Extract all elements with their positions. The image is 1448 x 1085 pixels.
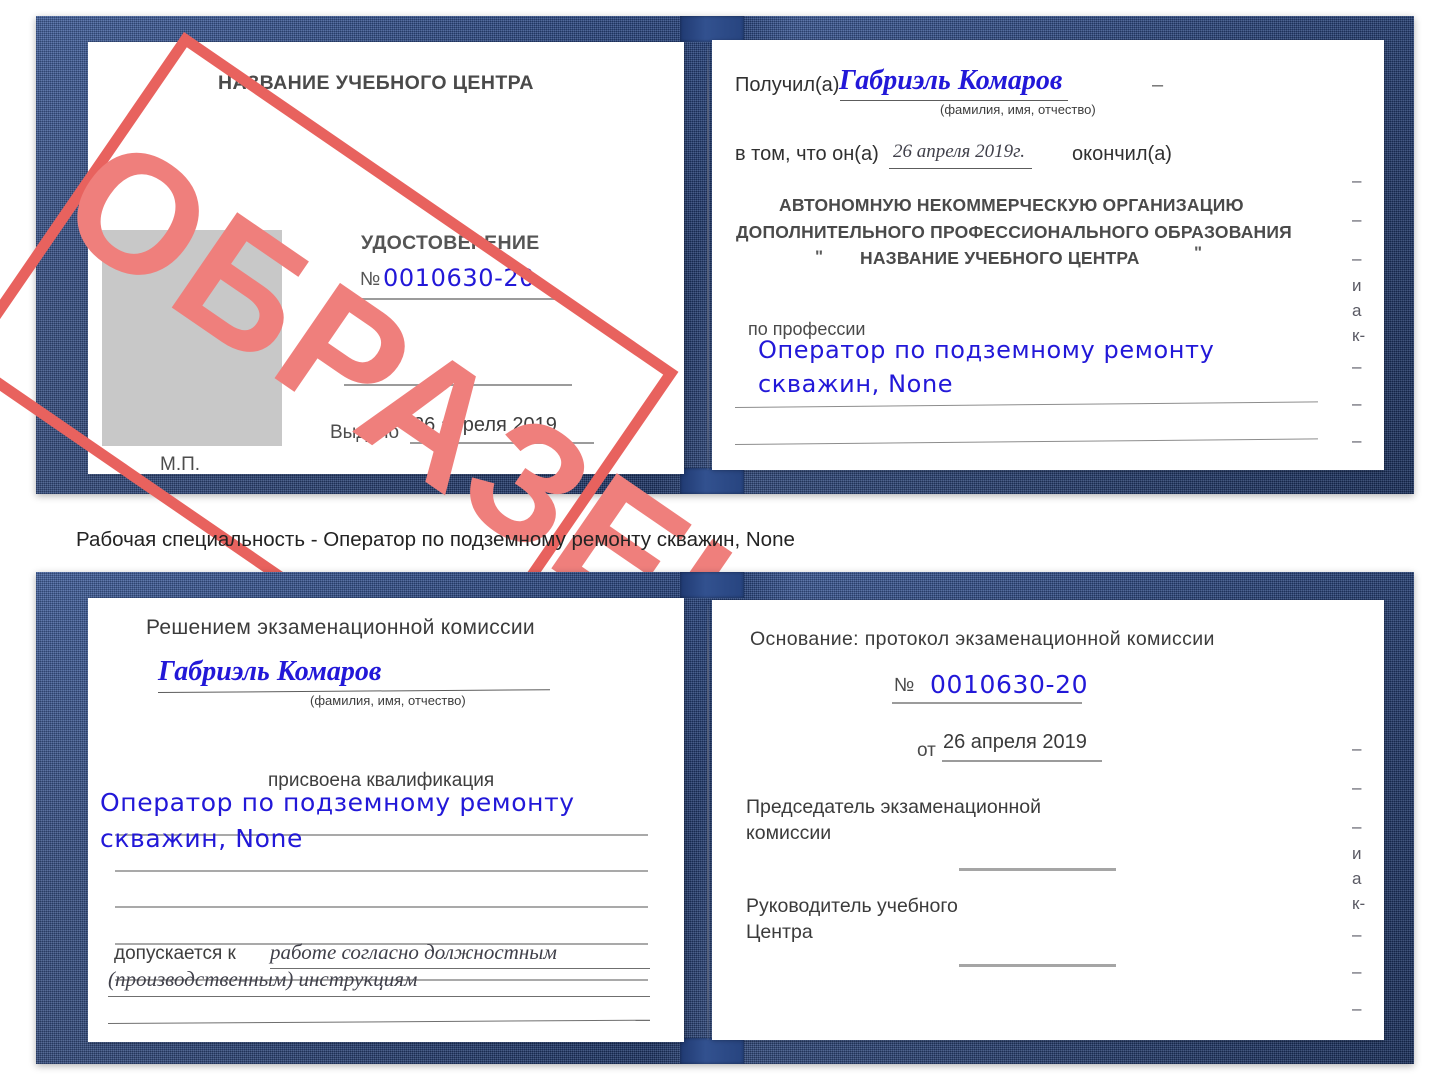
issued-date-value: 26 апреля 2019 (413, 414, 557, 436)
director-label-line-1: Руководитель учебного (746, 895, 958, 917)
graduated-label: окончил(а) (1072, 143, 1172, 165)
profession-rule-1 (735, 401, 1318, 408)
from-label: от (917, 740, 936, 761)
admitted-rule-2 (108, 996, 650, 997)
spine-line-bottom (707, 604, 709, 1040)
spine-tab-top-upper (680, 16, 744, 42)
issued-label: Выдано (330, 422, 400, 443)
admitted-label: допускается к (114, 943, 236, 964)
margin-mark: – (1352, 431, 1362, 450)
margin-marks-bottom: – – – и а к- – – – (1352, 740, 1365, 1017)
page-top-right: Получил(а) Габриэль Комаров (фамилия, им… (712, 40, 1384, 470)
margin-mark: – (1352, 249, 1362, 268)
margin-mark: к- (1352, 894, 1366, 913)
page-bottom-right: Основание: протокол экзаменационной коми… (712, 600, 1384, 1040)
blank-rule-1 (344, 384, 572, 386)
chairman-label-line-1: Председатель экзаменационной (746, 796, 1042, 818)
org-line-1: АВТОНОМНУЮ НЕКОММЕРЧЕСКУЮ ОРГАНИЗАЦИЮ (779, 195, 1244, 215)
qualification-value-line-2: скважин, None (100, 824, 303, 853)
page-bottom-left: Решением экзаменационной комиссии Габриэ… (88, 598, 684, 1042)
protocol-number-value: 0010630-20 (930, 670, 1089, 699)
margin-mark: – (1352, 739, 1362, 758)
qualified-name-value: Габриэль Комаров (158, 656, 382, 687)
margin-mark: – (1352, 394, 1362, 413)
qualification-rule-3 (115, 906, 648, 908)
completion-date-rule (889, 168, 1032, 169)
margin-mark: а (1352, 869, 1362, 888)
qualification-value-line-1: Оператор по подземному ремонту (100, 788, 575, 817)
profession-rule-2 (735, 438, 1318, 445)
margin-mark: – (1352, 962, 1362, 981)
qualification-rule-2 (115, 870, 648, 872)
admitted-value-line-2: (производственным) инструкциям (108, 967, 418, 991)
margin-mark: – (1352, 778, 1362, 797)
admitted-value-line-1: работе согласно должностным (270, 940, 557, 964)
received-name-rule (840, 100, 1068, 101)
org-name: НАЗВАНИЕ УЧЕБНОГО ЦЕНТРА (860, 248, 1140, 268)
completion-date-value: 26 апреля 2019г. (893, 141, 1025, 162)
spine-tab-bottom-lower (680, 1038, 744, 1064)
margin-mark: – (1352, 925, 1362, 944)
received-label: Получил(а) (735, 74, 840, 96)
name-hint-bottom: (фамилия, имя, отчество) (310, 693, 466, 708)
certificate-number-rule (358, 298, 568, 300)
spine-tab-top-lower (680, 468, 744, 494)
chairman-label-line-2: комиссии (746, 822, 832, 844)
document-type-label: УДОСТОВЕРЕНИЕ (361, 232, 540, 254)
name-hint-top: (фамилия, имя, отчество) (940, 102, 1096, 117)
profession-value-line-2: скважин, None (758, 370, 954, 398)
margin-mark: – (1352, 999, 1362, 1018)
org-quote-close: " (1194, 243, 1203, 262)
margin-mark: – (1352, 210, 1362, 229)
from-date-value: 26 апреля 2019 (943, 731, 1087, 753)
spine-line-top (707, 46, 709, 470)
org-quote-open: " (815, 247, 824, 266)
certificate-number-label: № (360, 269, 381, 290)
spine-tab-bottom-upper (680, 572, 744, 598)
margin-mark: – (1352, 171, 1362, 190)
page-top-left: НАЗВАНИЕ УЧЕБНОГО ЦЕНТРА УДОСТОВЕРЕНИЕ №… (0, 32, 828, 729)
margin-marks-top: – – – и а к- – – – (1352, 172, 1365, 449)
profession-value-line-1: Оператор по подземному ремонту (758, 336, 1215, 364)
admitted-rule-3 (108, 1019, 650, 1024)
photo-placeholder (102, 230, 282, 446)
margin-mark: а (1352, 301, 1362, 320)
seal-place-label: М.П. (160, 454, 201, 475)
margin-mark: – (1352, 817, 1362, 836)
commission-decision-header: Решением экзаменационной комиссии (146, 616, 535, 639)
certificate-number-value: 0010630-20 (383, 264, 536, 292)
chairman-signature-rule (959, 868, 1116, 871)
protocol-number-label: № (894, 675, 915, 696)
director-label-line-2: Центра (746, 921, 813, 943)
training-center-header: НАЗВАНИЕ УЧЕБНОГО ЦЕНТРА (218, 72, 534, 94)
from-date-rule (942, 760, 1102, 762)
org-line-2: ДОПОЛНИТЕЛЬНОГО ПРОФЕССИОНАЛЬНОГО ОБРАЗО… (736, 222, 1292, 242)
admitted-rule-1 (270, 968, 650, 969)
caption-text: Рабочая специальность - Оператор по подз… (76, 528, 795, 551)
margin-mark: и (1352, 844, 1362, 863)
director-signature-rule (959, 964, 1116, 967)
margin-mark: и (1352, 276, 1362, 295)
issued-date-rule (410, 442, 594, 444)
received-name-value: Габриэль Комаров (839, 65, 1063, 96)
basis-label: Основание: протокол экзаменационной коми… (750, 628, 1215, 650)
margin-mark: – (1352, 357, 1362, 376)
margin-mark: к- (1352, 326, 1366, 345)
that-he-label: в том, что он(а) (735, 143, 879, 165)
received-dash: – (1152, 74, 1164, 96)
protocol-number-rule (892, 702, 1082, 704)
